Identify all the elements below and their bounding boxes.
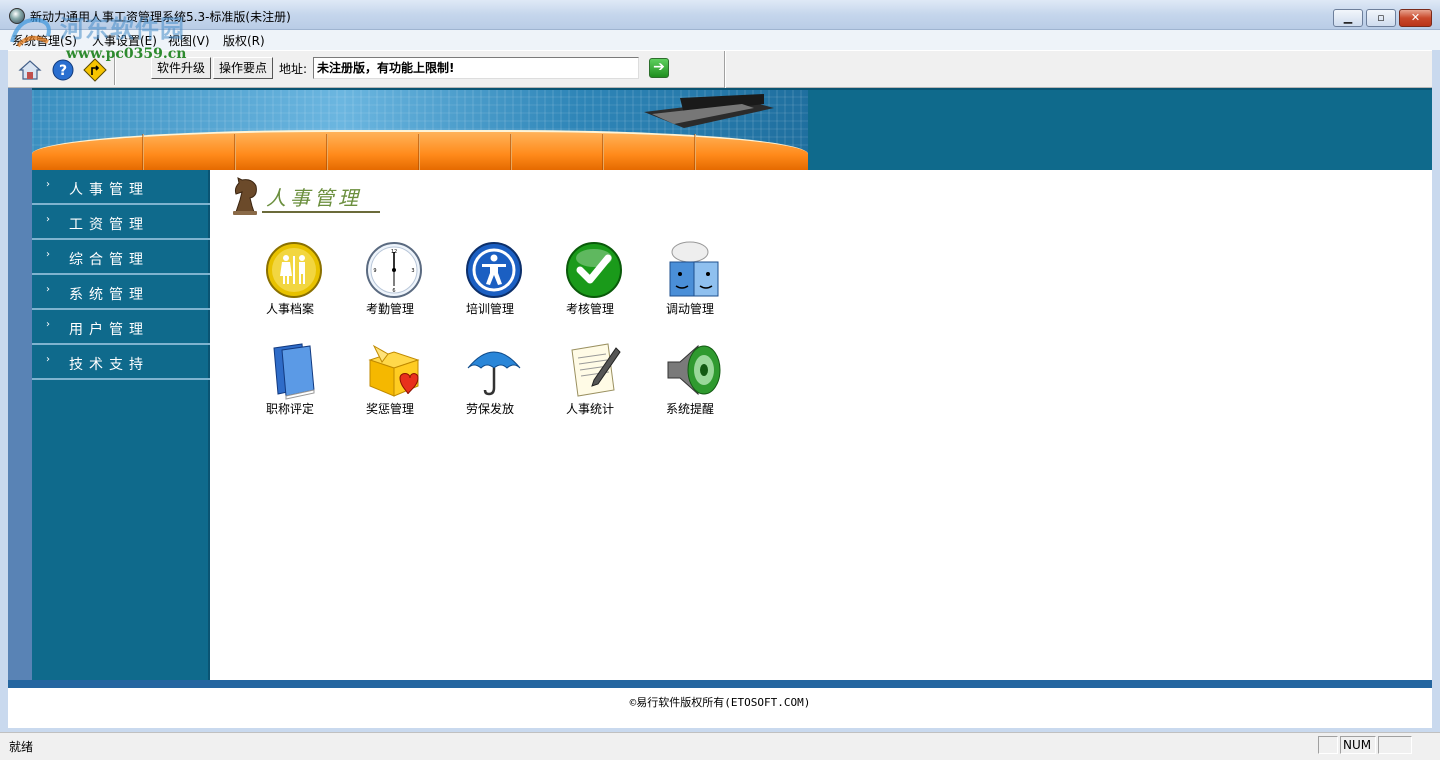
- address-label: 地址:: [279, 62, 308, 76]
- svg-text:12: 12: [391, 249, 397, 255]
- chevron-right-icon: ›: [46, 214, 50, 225]
- app-label: 培训管理: [465, 302, 514, 316]
- sidebar-item-label: 技术支持: [69, 357, 149, 373]
- watermark-site-name: 河东软件园: [60, 14, 185, 43]
- app-label: 奖惩管理: [365, 402, 414, 416]
- copyright-area: ©易行软件版权所有(ETOSOFT.COM): [8, 688, 1432, 728]
- svg-text:?: ?: [59, 63, 67, 79]
- svg-text:3: 3: [411, 268, 414, 274]
- status-pane-scroll: [1378, 736, 1412, 754]
- watermark-url: www.pc0359.cn: [66, 46, 187, 62]
- close-button[interactable]: ✕: [1399, 9, 1432, 27]
- svg-text:9: 9: [373, 268, 376, 274]
- minimize-icon: ▁: [1343, 11, 1353, 24]
- banner-image: [32, 90, 808, 170]
- address-field[interactable]: 未注册版，有功能上限制!: [313, 57, 639, 79]
- maximize-icon: ▫: [1377, 11, 1385, 24]
- speaker-icon: [667, 344, 721, 396]
- sidebar-item-label: 综合管理: [69, 252, 149, 268]
- watermark-logo-icon: [10, 17, 51, 48]
- app-label: 调动管理: [665, 302, 714, 316]
- chat-faces-icon: [669, 241, 719, 297]
- go-arrow-icon[interactable]: ➔: [649, 58, 669, 78]
- status-pane-num: NUM: [1340, 736, 1376, 754]
- sidebar-item-label: 工资管理: [69, 217, 149, 233]
- tips-button[interactable]: 操作要点: [213, 57, 274, 79]
- chevron-right-icon: ›: [46, 354, 50, 365]
- app-personnel-files[interactable]: 人事档案: [250, 240, 330, 328]
- app-label: 人事统计: [565, 402, 614, 416]
- sidebar-item-users[interactable]: › 用户管理: [32, 310, 210, 345]
- svg-text:6: 6: [392, 288, 395, 294]
- app-system-reminder[interactable]: 系统提醒: [650, 340, 730, 428]
- sidebar-item-system[interactable]: › 系统管理: [32, 275, 210, 310]
- title-bar: 新动力通用人事工资管理系统5.3-标准版(未注册) ▁ ▫ ✕: [0, 0, 1440, 30]
- toolbar: ? 软件升级 操作要点 地址: 未注册版，有功能上限制! ➔: [8, 50, 1432, 89]
- chevron-right-icon: ›: [46, 179, 50, 190]
- app-label: 考勤管理: [365, 302, 414, 316]
- sidebar-item-label: 系统管理: [69, 287, 149, 303]
- chevron-right-icon: ›: [46, 249, 50, 260]
- document-pen-icon: [571, 343, 621, 397]
- sidebar: › 人事管理 › 工资管理 › 综合管理 › 系统管理 › 用户管理 › 技术支…: [32, 170, 210, 680]
- sidebar-item-general[interactable]: › 综合管理: [32, 240, 210, 275]
- menu-bar: 系统管理(S) 人事设置(E) 视图(V) 版权(R): [0, 30, 1440, 50]
- menu-copyright[interactable]: 版权(R): [223, 32, 265, 49]
- minimize-button[interactable]: ▁: [1333, 9, 1363, 27]
- close-icon: ✕: [1410, 11, 1421, 24]
- chevron-right-icon: ›: [46, 319, 50, 330]
- umbrella-icon: [467, 351, 521, 396]
- status-pane-caps: [1318, 736, 1338, 754]
- app-personnel-stats[interactable]: 人事统计: [550, 340, 630, 428]
- app-rewards-penalties[interactable]: 奖惩管理: [350, 340, 430, 428]
- toolbar-divider: [724, 51, 726, 89]
- app-label: 系统提醒: [665, 402, 714, 416]
- app-training[interactable]: 培训管理: [450, 240, 530, 328]
- app-label: 考核管理: [565, 302, 614, 316]
- clock-icon: 12 3 6 9: [366, 242, 422, 298]
- section-title: 人事管理: [266, 186, 362, 210]
- chevron-right-icon: ›: [46, 284, 50, 295]
- app-label: 人事档案: [265, 302, 314, 316]
- app-title-evaluation[interactable]: 职称评定: [250, 340, 330, 428]
- copyright-text: ©易行软件版权所有(ETOSOFT.COM): [629, 696, 811, 709]
- monitor-illustration-icon: [644, 94, 774, 128]
- section-underline: [262, 211, 380, 213]
- main-frame: › 人事管理 › 工资管理 › 综合管理 › 系统管理 › 用户管理 › 技术支…: [8, 88, 1432, 752]
- home-icon[interactable]: [18, 58, 42, 82]
- gift-heart-icon: [368, 344, 420, 397]
- checkmark-icon: [566, 242, 622, 298]
- app-assessment[interactable]: 考核管理: [550, 240, 630, 328]
- books-icon: [273, 343, 315, 400]
- app-labor-protection[interactable]: 劳保发放: [450, 340, 530, 428]
- maximize-button[interactable]: ▫: [1366, 9, 1396, 27]
- left-strip: [8, 88, 32, 680]
- sidebar-item-label: 用户管理: [69, 322, 149, 338]
- status-bar: 就绪 NUM: [0, 732, 1440, 760]
- chess-knight-icon: [233, 177, 257, 215]
- status-text: 就绪: [9, 740, 34, 754]
- footer-bar: [8, 680, 1432, 688]
- accessibility-icon: [466, 242, 522, 298]
- sidebar-item-support[interactable]: › 技术支持: [32, 345, 210, 380]
- app-attendance[interactable]: 12 3 6 9 考勤管理: [350, 240, 430, 328]
- sidebar-item-label: 人事管理: [69, 182, 149, 198]
- content-panel: 人事管理 人事档案 12 3 6 9 考勤管理 培训管理 考核管理 调动管理 职…: [210, 170, 1432, 680]
- app-transfer[interactable]: 调动管理: [650, 240, 730, 328]
- app-label: 劳保发放: [465, 402, 514, 416]
- app-label: 职称评定: [265, 402, 314, 416]
- sidebar-item-salary[interactable]: › 工资管理: [32, 205, 210, 240]
- sidebar-item-personnel[interactable]: › 人事管理: [32, 170, 210, 205]
- restroom-icon: [266, 242, 322, 298]
